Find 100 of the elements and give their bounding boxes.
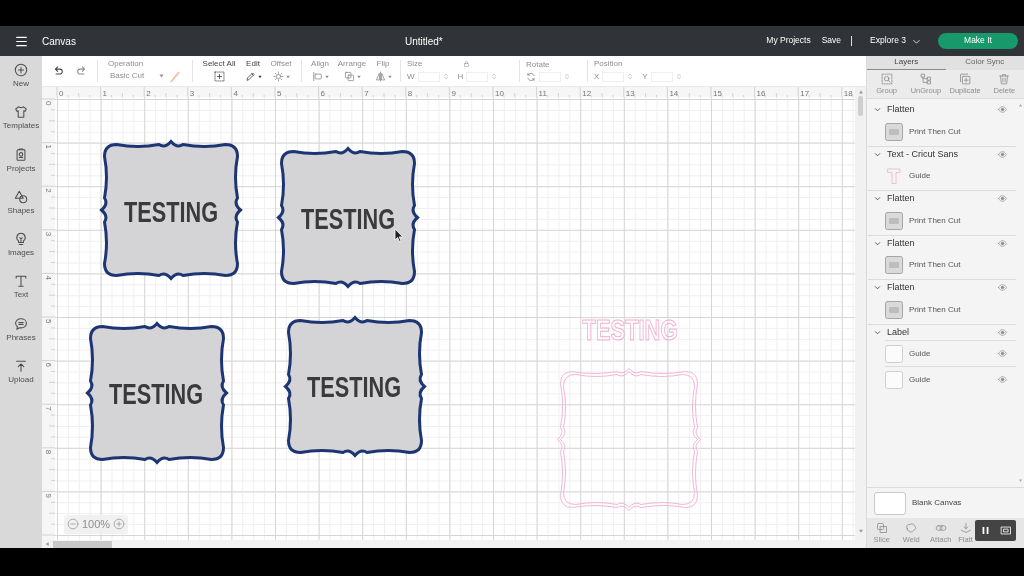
offset-icon bbox=[272, 71, 284, 83]
weld-icon bbox=[905, 522, 918, 534]
zoom-level: 100% bbox=[82, 517, 111, 532]
layer-name[interactable]: Flatten bbox=[887, 103, 915, 117]
ruler-number: 13 bbox=[625, 88, 635, 98]
chevron-down-icon[interactable] bbox=[874, 106, 881, 114]
tool-button[interactable]: Select All bbox=[199, 59, 239, 83]
scrollbar-thumb[interactable] bbox=[53, 540, 112, 548]
ruler-number: 11 bbox=[538, 88, 547, 98]
undo-icon[interactable] bbox=[52, 65, 64, 77]
empty-thumbnail-icon bbox=[885, 344, 903, 363]
pencil-icon bbox=[244, 71, 256, 83]
stepper-icon bbox=[564, 72, 570, 81]
stepper-icon bbox=[675, 72, 682, 81]
layer-name[interactable]: Flatten bbox=[887, 281, 915, 295]
layer-item-label[interactable]: Guide bbox=[909, 347, 931, 360]
scroll-left-icon[interactable] bbox=[45, 541, 50, 547]
guide-text: TESTING bbox=[582, 314, 709, 346]
ruler-number: 5 bbox=[277, 88, 282, 98]
ruler-number: 3 bbox=[44, 231, 53, 237]
ruler-number: 0 bbox=[44, 101, 53, 106]
menu-icon[interactable] bbox=[13, 35, 29, 47]
label-thumbnail-icon bbox=[885, 122, 903, 141]
eye-icon[interactable] bbox=[998, 105, 1007, 115]
ruler-number: 5 bbox=[44, 319, 53, 324]
sidebar-item[interactable]: Upload bbox=[0, 359, 42, 402]
ruler-number: 18 bbox=[843, 88, 853, 98]
sidebar-item[interactable]: Phrases bbox=[0, 316, 42, 360]
ruler-number: 1 bbox=[44, 144, 53, 150]
shapes-icon bbox=[14, 189, 28, 204]
layer-item-label[interactable]: Print Then Cut bbox=[909, 303, 961, 316]
chevron-down-icon[interactable] bbox=[874, 150, 881, 158]
eye-icon[interactable] bbox=[998, 327, 1007, 337]
letter-t-icon bbox=[14, 274, 28, 289]
canvas-swatch[interactable] bbox=[874, 491, 906, 515]
header-link[interactable]: Save bbox=[821, 36, 842, 46]
sidebar-item[interactable]: New bbox=[0, 63, 42, 106]
flatten-icon bbox=[959, 522, 972, 534]
ruler-number: 14 bbox=[669, 88, 679, 98]
chevron-down-icon[interactable] bbox=[874, 284, 881, 292]
sidebar-item[interactable]: Text bbox=[0, 274, 42, 317]
field-label: H bbox=[457, 70, 464, 83]
speech-bubble-icon bbox=[14, 316, 28, 331]
label-thumbnail-icon bbox=[885, 256, 903, 274]
duplicate-icon bbox=[959, 72, 972, 85]
pen-color-icon bbox=[169, 70, 181, 83]
rotate-label: Rotate bbox=[526, 60, 550, 69]
layer-name[interactable]: Label bbox=[887, 325, 910, 339]
label-text: TESTING bbox=[109, 378, 235, 410]
caret-icon bbox=[257, 74, 262, 79]
header-link[interactable]: My Projects bbox=[766, 36, 811, 46]
layer-item-label[interactable]: Guide bbox=[909, 170, 931, 182]
zoom-out-icon[interactable] bbox=[67, 518, 79, 531]
lock-icon[interactable] bbox=[462, 59, 470, 68]
field-label: W bbox=[407, 70, 415, 83]
layer-item-label[interactable]: Guide bbox=[909, 373, 931, 386]
sidebar-item[interactable]: Images bbox=[0, 232, 42, 275]
layer-item-label[interactable]: Print Then Cut bbox=[909, 214, 961, 227]
scroll-down-icon[interactable] bbox=[857, 529, 864, 534]
layer-name[interactable]: Flatten bbox=[887, 192, 915, 206]
label-text: TESTING bbox=[124, 196, 250, 228]
eye-icon[interactable] bbox=[998, 283, 1007, 293]
layer-name[interactable]: Flatten bbox=[887, 236, 915, 250]
screen-icon[interactable] bbox=[999, 525, 1012, 536]
attach-icon bbox=[934, 522, 947, 534]
group-icon bbox=[880, 72, 893, 85]
ruler-number: 4 bbox=[44, 275, 53, 280]
eye-icon[interactable] bbox=[998, 238, 1007, 248]
eye-icon[interactable] bbox=[998, 194, 1007, 204]
eye-icon[interactable] bbox=[998, 349, 1007, 358]
align-icon bbox=[311, 71, 323, 83]
field-label: Y bbox=[642, 70, 648, 83]
chevron-down-icon[interactable] bbox=[874, 328, 881, 336]
machine-selector[interactable]: Explore 3 bbox=[870, 36, 921, 46]
sidebar-item[interactable]: Shapes bbox=[0, 189, 42, 233]
scrollbar-thumb[interactable] bbox=[858, 96, 863, 116]
ruler-number: 8 bbox=[407, 88, 413, 98]
label-text: TESTING bbox=[307, 371, 433, 403]
ruler-number: 10 bbox=[495, 88, 504, 98]
plus-circle-icon bbox=[14, 63, 28, 77]
empty-thumbnail-icon bbox=[885, 370, 903, 389]
chevron-down-icon[interactable] bbox=[874, 239, 881, 247]
zoom-in-icon[interactable] bbox=[113, 518, 126, 531]
mouse-pointer-icon bbox=[394, 228, 404, 242]
layer-item-label[interactable]: Print Then Cut bbox=[909, 259, 961, 271]
ruler-number: 7 bbox=[364, 88, 369, 98]
sidebar-item[interactable]: Projects bbox=[0, 147, 42, 190]
chevron-down-icon[interactable] bbox=[874, 195, 881, 203]
eye-icon[interactable] bbox=[998, 149, 1007, 159]
sidebar-item[interactable]: Templates bbox=[0, 105, 42, 148]
scroll-up-icon[interactable] bbox=[857, 89, 864, 94]
tool-button[interactable]: Edit bbox=[242, 59, 264, 83]
label-text: TESTING bbox=[301, 203, 427, 235]
layer-item-label[interactable]: Print Then Cut bbox=[909, 125, 961, 138]
panel-tab[interactable]: Color Sync bbox=[945, 56, 1024, 70]
layer-name[interactable]: Text - Cricut Sans bbox=[887, 147, 959, 161]
ruler-number: 12 bbox=[582, 88, 592, 98]
make-it-button[interactable]: Make It bbox=[938, 33, 1018, 49]
label-thumbnail-icon bbox=[885, 211, 903, 230]
eye-icon[interactable] bbox=[998, 375, 1007, 384]
